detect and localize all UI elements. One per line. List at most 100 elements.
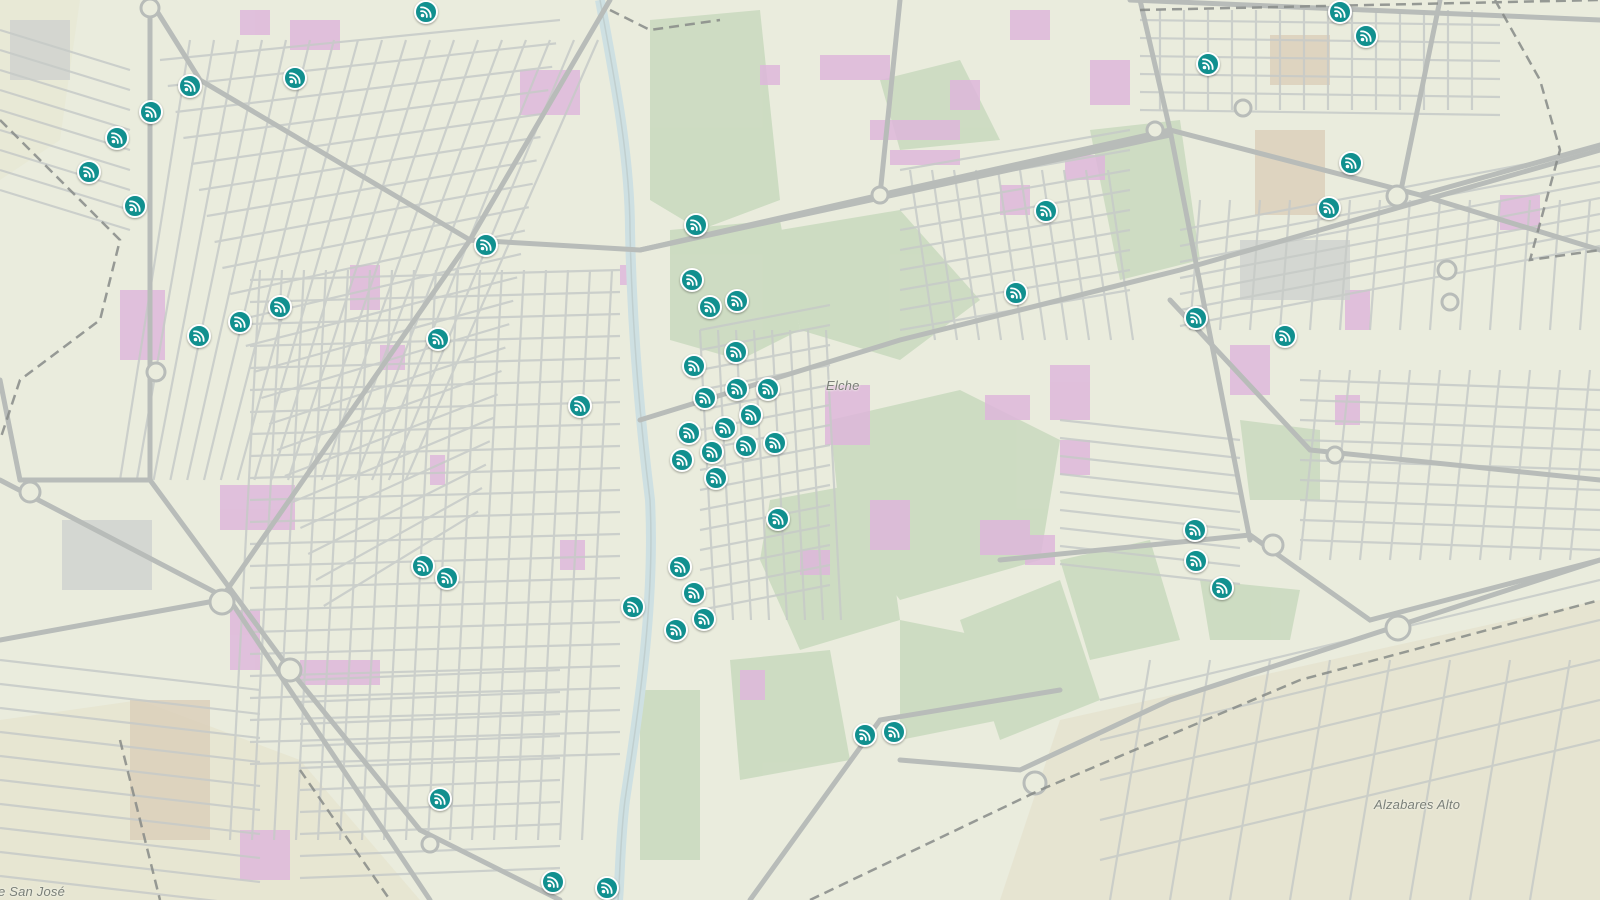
wifi-hotspot-icon: [191, 328, 207, 344]
wifi-hotspot-icon: [232, 314, 248, 330]
wifi-hotspot-marker[interactable]: [1004, 281, 1028, 305]
wifi-hotspot-icon: [857, 727, 873, 743]
wifi-hotspot-icon: [886, 724, 902, 740]
wifi-hotspot-marker[interactable]: [1354, 24, 1378, 48]
wifi-hotspot-marker[interactable]: [187, 324, 211, 348]
wifi-hotspot-icon: [439, 570, 455, 586]
wifi-hotspot-icon: [415, 558, 431, 574]
wifi-hotspot-icon: [432, 791, 448, 807]
wifi-hotspot-icon: [728, 344, 744, 360]
wifi-hotspot-marker[interactable]: [123, 194, 147, 218]
wifi-hotspot-marker[interactable]: [1183, 518, 1207, 542]
wifi-hotspot-icon: [1214, 580, 1230, 596]
wifi-hotspot-marker[interactable]: [139, 100, 163, 124]
wifi-hotspot-marker[interactable]: [268, 295, 292, 319]
wifi-hotspot-marker[interactable]: [541, 870, 565, 894]
wifi-hotspot-icon: [702, 299, 718, 315]
wifi-hotspot-marker[interactable]: [1210, 576, 1234, 600]
wifi-hotspot-icon: [478, 237, 494, 253]
wifi-hotspot-marker[interactable]: [1273, 324, 1297, 348]
basemap[interactable]: [0, 0, 1600, 900]
wifi-hotspot-icon: [182, 78, 198, 94]
wifi-hotspot-marker[interactable]: [105, 126, 129, 150]
wifi-hotspot-icon: [81, 164, 97, 180]
wifi-hotspot-marker[interactable]: [725, 377, 749, 401]
wifi-hotspot-icon: [708, 470, 724, 486]
wifi-hotspot-icon: [738, 438, 754, 454]
wifi-hotspot-marker[interactable]: [763, 431, 787, 455]
wifi-hotspot-icon: [109, 130, 125, 146]
wifi-hotspot-marker[interactable]: [228, 310, 252, 334]
wifi-hotspot-icon: [545, 874, 561, 890]
wifi-hotspot-icon: [1332, 4, 1348, 20]
wifi-hotspot-marker[interactable]: [474, 233, 498, 257]
wifi-hotspot-marker[interactable]: [668, 555, 692, 579]
wifi-hotspot-icon: [143, 104, 159, 120]
wifi-hotspot-icon: [272, 299, 288, 315]
city-label: Elche: [826, 378, 860, 393]
wifi-hotspot-marker[interactable]: [882, 720, 906, 744]
wifi-hotspot-icon: [287, 70, 303, 86]
wifi-hotspot-icon: [127, 198, 143, 214]
wifi-hotspot-marker[interactable]: [698, 295, 722, 319]
wifi-hotspot-marker[interactable]: [621, 595, 645, 619]
wifi-hotspot-marker[interactable]: [1196, 52, 1220, 76]
wifi-hotspot-icon: [717, 420, 733, 436]
wifi-hotspot-marker[interactable]: [682, 354, 706, 378]
wifi-hotspot-marker[interactable]: [1339, 151, 1363, 175]
wifi-hotspot-marker[interactable]: [1184, 306, 1208, 330]
wifi-hotspot-icon: [684, 272, 700, 288]
wifi-hotspot-marker[interactable]: [725, 289, 749, 313]
wifi-hotspot-icon: [697, 390, 713, 406]
wifi-hotspot-marker[interactable]: [766, 507, 790, 531]
wifi-hotspot-marker[interactable]: [414, 0, 438, 24]
wifi-hotspot-marker[interactable]: [739, 403, 763, 427]
wifi-hotspot-marker[interactable]: [411, 554, 435, 578]
wifi-hotspot-marker[interactable]: [670, 448, 694, 472]
wifi-hotspot-icon: [704, 444, 720, 460]
wifi-hotspot-marker[interactable]: [756, 377, 780, 401]
wifi-hotspot-marker[interactable]: [713, 416, 737, 440]
wifi-hotspot-marker[interactable]: [568, 394, 592, 418]
wifi-hotspot-icon: [430, 331, 446, 347]
wifi-hotspot-marker[interactable]: [178, 74, 202, 98]
wifi-hotspot-marker[interactable]: [1317, 196, 1341, 220]
wifi-hotspot-marker[interactable]: [595, 876, 619, 900]
wifi-hotspot-marker[interactable]: [700, 440, 724, 464]
wifi-hotspot-marker[interactable]: [682, 581, 706, 605]
wifi-hotspot-marker[interactable]: [677, 421, 701, 445]
wifi-hotspot-icon: [418, 4, 434, 20]
wifi-hotspot-icon: [1008, 285, 1024, 301]
wifi-hotspot-icon: [770, 511, 786, 527]
wifi-hotspot-icon: [599, 880, 615, 896]
wifi-hotspot-marker[interactable]: [693, 386, 717, 410]
wifi-hotspot-icon: [729, 381, 745, 397]
wifi-hotspot-marker[interactable]: [1034, 199, 1058, 223]
wifi-hotspot-icon: [1188, 553, 1204, 569]
wifi-hotspot-icon: [688, 217, 704, 233]
wifi-hotspot-icon: [1277, 328, 1293, 344]
wifi-hotspot-marker[interactable]: [435, 566, 459, 590]
wifi-hotspot-marker[interactable]: [77, 160, 101, 184]
wifi-hotspot-marker[interactable]: [853, 723, 877, 747]
wifi-hotspot-marker[interactable]: [428, 787, 452, 811]
wifi-hotspot-marker[interactable]: [724, 340, 748, 364]
wifi-hotspot-icon: [1187, 522, 1203, 538]
wifi-hotspot-marker[interactable]: [283, 66, 307, 90]
wifi-hotspot-marker[interactable]: [684, 213, 708, 237]
wifi-hotspot-icon: [674, 452, 690, 468]
map-view[interactable]: Elche Alzabares Alto e San José: [0, 0, 1600, 900]
wifi-hotspot-marker[interactable]: [664, 618, 688, 642]
wifi-hotspot-icon: [686, 358, 702, 374]
wifi-hotspot-icon: [1343, 155, 1359, 171]
wifi-hotspot-marker[interactable]: [704, 466, 728, 490]
wifi-hotspot-marker[interactable]: [734, 434, 758, 458]
wifi-hotspot-icon: [1188, 310, 1204, 326]
wifi-hotspot-icon: [760, 381, 776, 397]
wifi-hotspot-marker[interactable]: [680, 268, 704, 292]
wifi-hotspot-marker[interactable]: [426, 327, 450, 351]
wifi-hotspot-marker[interactable]: [1184, 549, 1208, 573]
wifi-hotspot-marker[interactable]: [692, 607, 716, 631]
wifi-hotspot-marker[interactable]: [1328, 0, 1352, 24]
district-label-alzabares-alto: Alzabares Alto: [1374, 797, 1461, 812]
